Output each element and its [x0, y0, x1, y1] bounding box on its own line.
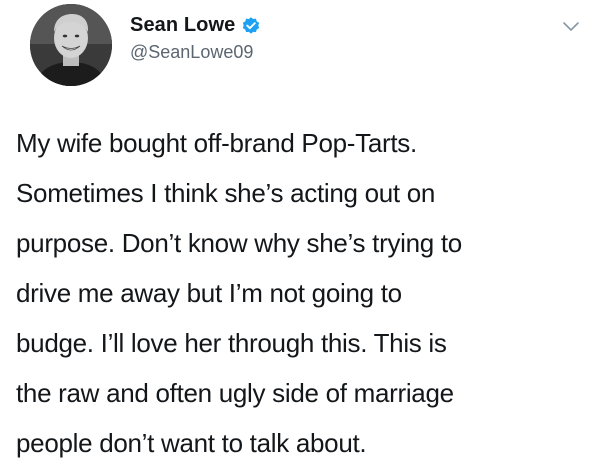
- chevron-down-icon[interactable]: [562, 20, 580, 34]
- tweet-card: Sean Lowe @SeanLowe09 My wife bought off…: [0, 0, 610, 458]
- name-row: Sean Lowe: [130, 14, 261, 37]
- user-handle[interactable]: @SeanLowe09: [130, 42, 253, 63]
- display-name[interactable]: Sean Lowe: [130, 14, 235, 37]
- tweet-text-line: budge. I’ll love her through this. This …: [16, 328, 447, 358]
- tweet-text-line: Sometimes I think she’s acting out on: [16, 178, 436, 208]
- avatar-photo-icon: [30, 4, 112, 86]
- verified-badge-icon: [241, 16, 261, 36]
- tweet-text-line: the raw and often ugly side of marriage: [16, 378, 454, 408]
- tweet-text: My wife bought off-brand Pop-Tarts. Some…: [16, 118, 601, 468]
- tweet-text-line: My wife bought off-brand Pop-Tarts.: [16, 128, 417, 158]
- avatar[interactable]: [30, 4, 112, 86]
- tweet-text-line: purpose. Don’t know why she’s trying to: [16, 228, 462, 258]
- tweet-text-line: drive me away but I’m not going to: [16, 278, 402, 308]
- tweet-text-line: people don’t want to talk about.: [16, 428, 367, 458]
